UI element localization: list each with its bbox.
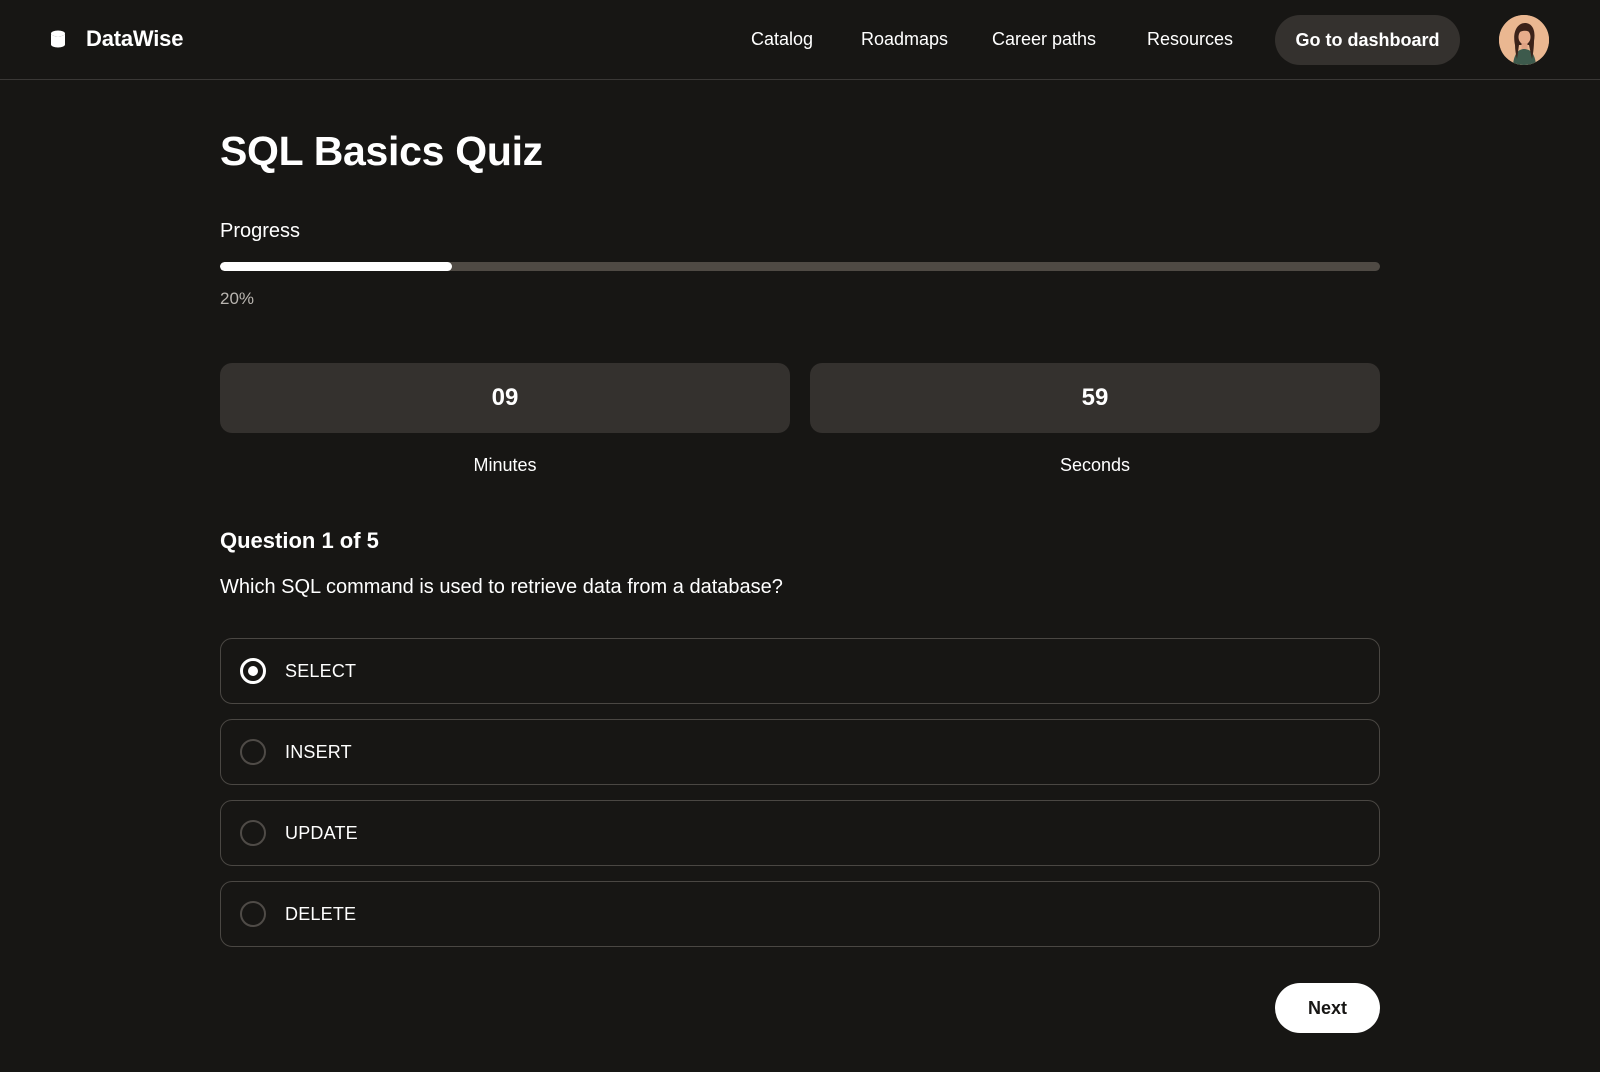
radio-button[interactable] bbox=[240, 739, 266, 765]
nav-link-catalog[interactable]: Catalog bbox=[751, 29, 813, 50]
timer-seconds: 59 bbox=[810, 363, 1380, 433]
answer-option-label: DELETE bbox=[285, 903, 357, 924]
top-navigation-bar: DataWise Catalog Roadmaps Career paths R… bbox=[0, 0, 1600, 80]
answer-option-label: UPDATE bbox=[285, 822, 358, 843]
progress-bar bbox=[220, 262, 1380, 271]
nav-link-resources[interactable]: Resources bbox=[1147, 29, 1233, 50]
answer-option-label: INSERT bbox=[285, 741, 352, 762]
answer-option-label: SELECT bbox=[285, 660, 357, 681]
radio-button[interactable] bbox=[240, 820, 266, 846]
go-to-dashboard-button[interactable]: Go to dashboard bbox=[1275, 15, 1460, 65]
timer-seconds-label: Seconds bbox=[1059, 455, 1131, 475]
question-text: Which SQL command is used to retrieve da… bbox=[220, 576, 783, 598]
radio-button[interactable] bbox=[240, 901, 266, 927]
avatar-image bbox=[1499, 15, 1549, 65]
answer-option-select[interactable]: SELECT bbox=[220, 638, 1380, 704]
user-avatar[interactable] bbox=[1499, 15, 1549, 65]
page-title: SQL Basics Quiz bbox=[220, 128, 543, 174]
answer-option-delete[interactable]: DELETE bbox=[220, 881, 1380, 947]
timer-minutes-label: Minutes bbox=[473, 455, 537, 475]
answer-option-insert[interactable]: INSERT bbox=[220, 719, 1380, 785]
question-heading: Question 1 of 5 bbox=[220, 528, 379, 553]
answer-option-update[interactable]: UPDATE bbox=[220, 800, 1380, 866]
progress-bar-fill bbox=[220, 262, 452, 271]
timer-minutes: 09 bbox=[220, 363, 790, 433]
next-button[interactable]: Next bbox=[1275, 983, 1380, 1033]
nav-link-roadmaps[interactable]: Roadmaps bbox=[861, 29, 948, 50]
nav-link-career-paths[interactable]: Career paths bbox=[992, 29, 1096, 50]
progress-percentage: 20% bbox=[220, 289, 255, 308]
progress-label: Progress bbox=[220, 220, 301, 242]
radio-button[interactable] bbox=[240, 658, 266, 684]
